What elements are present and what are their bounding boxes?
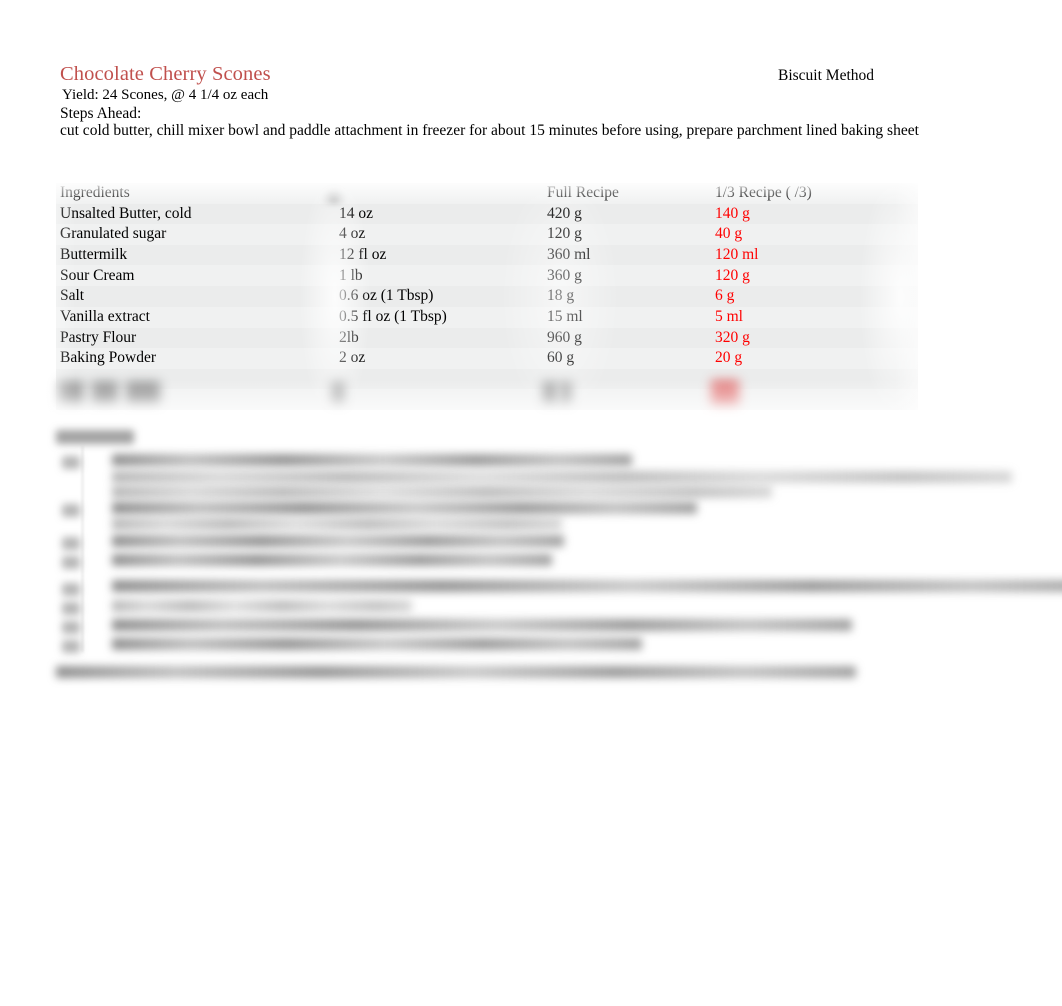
- cell-full: 420 g: [543, 203, 711, 224]
- column-header-amount: [335, 183, 543, 204]
- table-row: Vanilla extract 0.5 fl oz (1 Tbsp) 15 ml…: [56, 306, 918, 328]
- document-page: Chocolate Cherry Scones Biscuit Method Y…: [0, 0, 1062, 1006]
- method-step-line: [112, 554, 552, 566]
- cell-amount: 1 lb: [335, 265, 543, 286]
- cell-third: 320 g: [711, 327, 918, 348]
- cell-amount: 2lb: [335, 327, 543, 348]
- method-type-label: Biscuit Method: [778, 67, 875, 84]
- cell-amount: 0.5 fl oz (1 Tbsp): [335, 306, 543, 328]
- table-row: Unsalted Butter, cold 14 oz 420 g 140 g: [56, 203, 918, 224]
- table-row-spacer: [56, 389, 918, 410]
- cell-third: [711, 368, 918, 389]
- cell-ingredient: Granulated sugar: [56, 224, 335, 245]
- table-row: Baking Powder 2 oz 60 g 20 g: [56, 348, 918, 369]
- steps-ahead-text: cut cold butter, chill mixer bowl and pa…: [60, 122, 919, 139]
- cell-spacer: [335, 389, 543, 410]
- cell-full: 360 g: [543, 265, 711, 286]
- cell-full: 15 ml: [543, 306, 711, 328]
- cell-ingredient: Pastry Flour: [56, 327, 335, 348]
- cell-amount: [335, 368, 543, 389]
- cell-third: 140 g: [711, 203, 918, 224]
- cell-third: 120 ml: [711, 244, 918, 265]
- table-row-redacted: [56, 368, 918, 389]
- ingredients-table: Ingredients Full Recipe 1/3 Recipe ( /3)…: [56, 183, 918, 410]
- cell-spacer: [711, 389, 918, 410]
- cell-spacer: [56, 389, 335, 410]
- cell-third: 120 g: [711, 265, 918, 286]
- column-header-full-recipe: Full Recipe: [543, 183, 711, 204]
- table-row: Pastry Flour 2lb 960 g 320 g: [56, 327, 918, 348]
- method-step-line: [112, 471, 1012, 483]
- cell-full: [543, 368, 711, 389]
- cell-third: 5 ml: [711, 306, 918, 328]
- method-step-line: [112, 600, 412, 612]
- yield-line: Yield: 24 Scones, @ 4 1/4 oz each: [62, 87, 269, 103]
- cell-ingredient: Baking Powder: [56, 348, 335, 369]
- method-step-line: [112, 580, 1062, 592]
- cell-third: 6 g: [711, 286, 918, 307]
- table-row: Sour Cream 1 lb 360 g 120 g: [56, 265, 918, 286]
- method-step-line: [112, 518, 562, 530]
- method-step-line: [112, 619, 852, 631]
- cell-amount: 0.6 oz (1 Tbsp): [335, 286, 543, 307]
- method-section-redacted: [56, 428, 1062, 688]
- method-left-rule: [82, 446, 83, 652]
- column-header-ingredients: Ingredients: [56, 183, 335, 204]
- cell-ingredient: Buttermilk: [56, 244, 335, 265]
- cell-full: 360 ml: [543, 244, 711, 265]
- cell-full: 960 g: [543, 327, 711, 348]
- method-step-line: [112, 535, 564, 547]
- cell-third: 40 g: [711, 224, 918, 245]
- cell-ingredient: Sour Cream: [56, 265, 335, 286]
- method-step-line: [112, 486, 772, 498]
- cell-full: 60 g: [543, 348, 711, 369]
- method-step-line: [112, 638, 642, 650]
- cell-ingredient: Unsalted Butter, cold: [56, 203, 335, 224]
- method-step-line: [112, 454, 632, 466]
- cell-ingredient: Salt: [56, 286, 335, 307]
- cell-amount: 14 oz: [335, 203, 543, 224]
- cell-ingredient: [56, 368, 335, 389]
- table-row: Granulated sugar 4 oz 120 g 40 g: [56, 224, 918, 245]
- method-section-label-redacted: [56, 430, 134, 444]
- table-row: Salt 0.6 oz (1 Tbsp) 18 g 6 g: [56, 286, 918, 307]
- cell-ingredient: Vanilla extract: [56, 306, 335, 328]
- table-header-row: Ingredients Full Recipe 1/3 Recipe ( /3): [56, 183, 918, 204]
- cell-third: 20 g: [711, 348, 918, 369]
- cell-full: 18 g: [543, 286, 711, 307]
- page-title: Chocolate Cherry Scones: [60, 63, 271, 85]
- method-step-line: [112, 502, 697, 514]
- cell-full: 120 g: [543, 224, 711, 245]
- table-row: Buttermilk 12 fl oz 360 ml 120 ml: [56, 244, 918, 265]
- cell-amount: 4 oz: [335, 224, 543, 245]
- cell-amount: 12 fl oz: [335, 244, 543, 265]
- cell-spacer: [543, 389, 711, 410]
- cell-amount: 2 oz: [335, 348, 543, 369]
- method-footer-line: [56, 666, 856, 678]
- column-header-third-recipe: 1/3 Recipe ( /3): [711, 183, 918, 204]
